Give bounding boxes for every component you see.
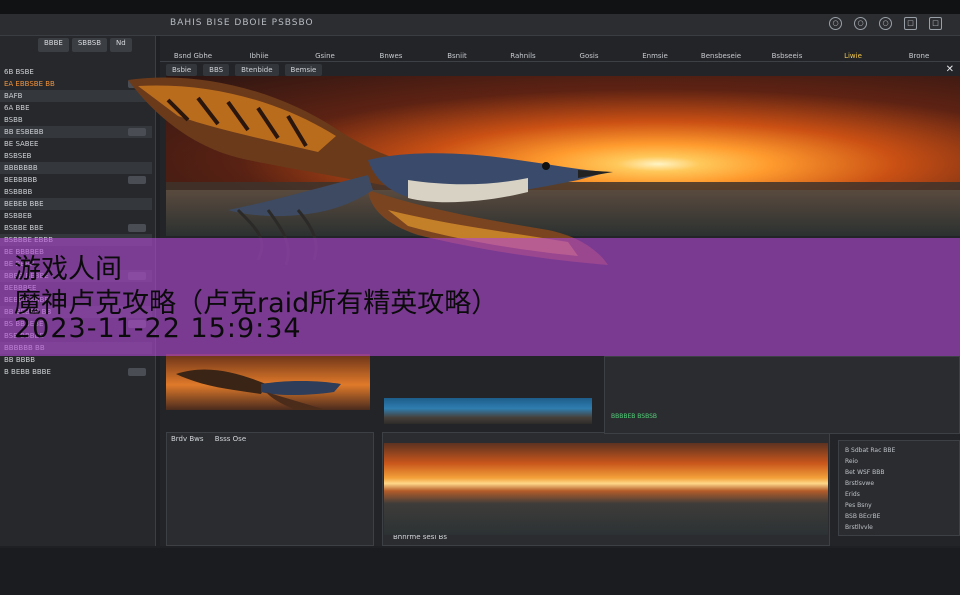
- list-item[interactable]: Reio: [845, 458, 858, 466]
- menu-item[interactable]: Brone: [886, 50, 952, 61]
- sidebar-tabs: BBBE SBBSB Nd: [0, 38, 156, 52]
- sidebar-item-label: BB ESBEBB: [4, 128, 44, 136]
- bottom-sunset-image: [384, 443, 828, 535]
- list-item[interactable]: B Sdbat Rac BBE: [845, 447, 895, 455]
- close-icon[interactable]: ✕: [946, 64, 954, 75]
- sidebar-item-label: B BEBB BBBE: [4, 368, 51, 376]
- menu-item[interactable]: Enmsie: [622, 50, 688, 61]
- list-item[interactable]: BSB BEcrBE: [845, 513, 880, 521]
- sidebar-item-label: BEBEB BBE: [4, 200, 44, 208]
- sidebar-item-label: 6B BSBE: [4, 68, 34, 76]
- right-info-panel: BBBBEB BSBSB: [604, 356, 960, 434]
- sidebar-item-label: 6A BBE: [4, 104, 30, 112]
- sidebar-tab[interactable]: Nd: [110, 38, 132, 52]
- sidebar-tab[interactable]: BBBE: [38, 38, 69, 52]
- sidebar-item-label: BE SABEE: [4, 140, 39, 148]
- toggle-control[interactable]: [128, 368, 146, 376]
- footer: [0, 548, 960, 595]
- title-bar: BAHIS BISE DBOIE PSBSBO ○ ○ ○ □ □: [0, 14, 960, 36]
- sidebar-item-label: BSBBE BBE: [4, 224, 44, 232]
- menu-item[interactable]: Liwie: [820, 50, 886, 61]
- close-window-icon[interactable]: □: [929, 17, 942, 30]
- menu-item[interactable]: Bsbseeis: [754, 50, 820, 61]
- circle-control-icon[interactable]: ○: [879, 17, 892, 30]
- circle-control-icon[interactable]: ○: [854, 17, 867, 30]
- sidebar-item-label: BBBBBBB: [4, 164, 38, 172]
- list-item[interactable]: Brstlsvwe: [845, 480, 874, 488]
- thumbnail-city: [384, 398, 592, 424]
- right-list-panel: B Sdbat Rac BBE Reio Bet WSF BBB Brstlsvwe E…: [838, 440, 960, 536]
- list-item[interactable]: Pes Bsny: [845, 502, 872, 510]
- top-strip: [0, 0, 960, 14]
- sidebar-item-label: BSBBEB: [4, 212, 32, 220]
- sidebar-item-label: BEBBBBB: [4, 176, 38, 184]
- sidebar-item-label: BSBB: [4, 116, 23, 124]
- app-screen: BAHIS BISE DBOIE PSBSBO ○ ○ ○ □ □ BBBE S…: [0, 0, 960, 595]
- list-item[interactable]: Bet WSF BBB: [845, 469, 885, 477]
- circle-control-icon[interactable]: ○: [829, 17, 842, 30]
- sidebar-item-label: BSBSEB: [4, 152, 32, 160]
- sidebar-item-label: BSBBBB: [4, 188, 33, 196]
- thumbnail-bird: [166, 354, 370, 410]
- sidebar-item-label: BAFB: [4, 92, 23, 100]
- panel-tab[interactable]: Bsss Ose: [215, 435, 246, 443]
- sidebar-item[interactable]: B BEBB BBBE: [0, 366, 152, 378]
- sidebar-item-label: EA EBBSBE BB: [4, 80, 55, 88]
- left-lower-panel: Brdv Bws Bsss Ose: [166, 432, 374, 546]
- status-line: BBBBEB BSBSB: [611, 413, 658, 420]
- list-item[interactable]: Erids: [845, 491, 860, 499]
- menu-item[interactable]: Bensbeseie: [688, 50, 754, 61]
- panel-tab[interactable]: Brdv Bws: [171, 435, 204, 443]
- sidebar-item-label: BB BBBB: [4, 356, 36, 364]
- sidebar-tab[interactable]: SBBSB: [71, 38, 108, 52]
- overlay-timestamp: 2023-11-22 15:9:34: [14, 313, 302, 344]
- window-controls: ○ ○ ○ □ □: [829, 17, 942, 30]
- list-item[interactable]: Brstllvvle: [845, 524, 873, 532]
- window-title: BAHIS BISE DBOIE PSBSBO: [170, 18, 314, 28]
- maximize-icon[interactable]: □: [904, 17, 917, 30]
